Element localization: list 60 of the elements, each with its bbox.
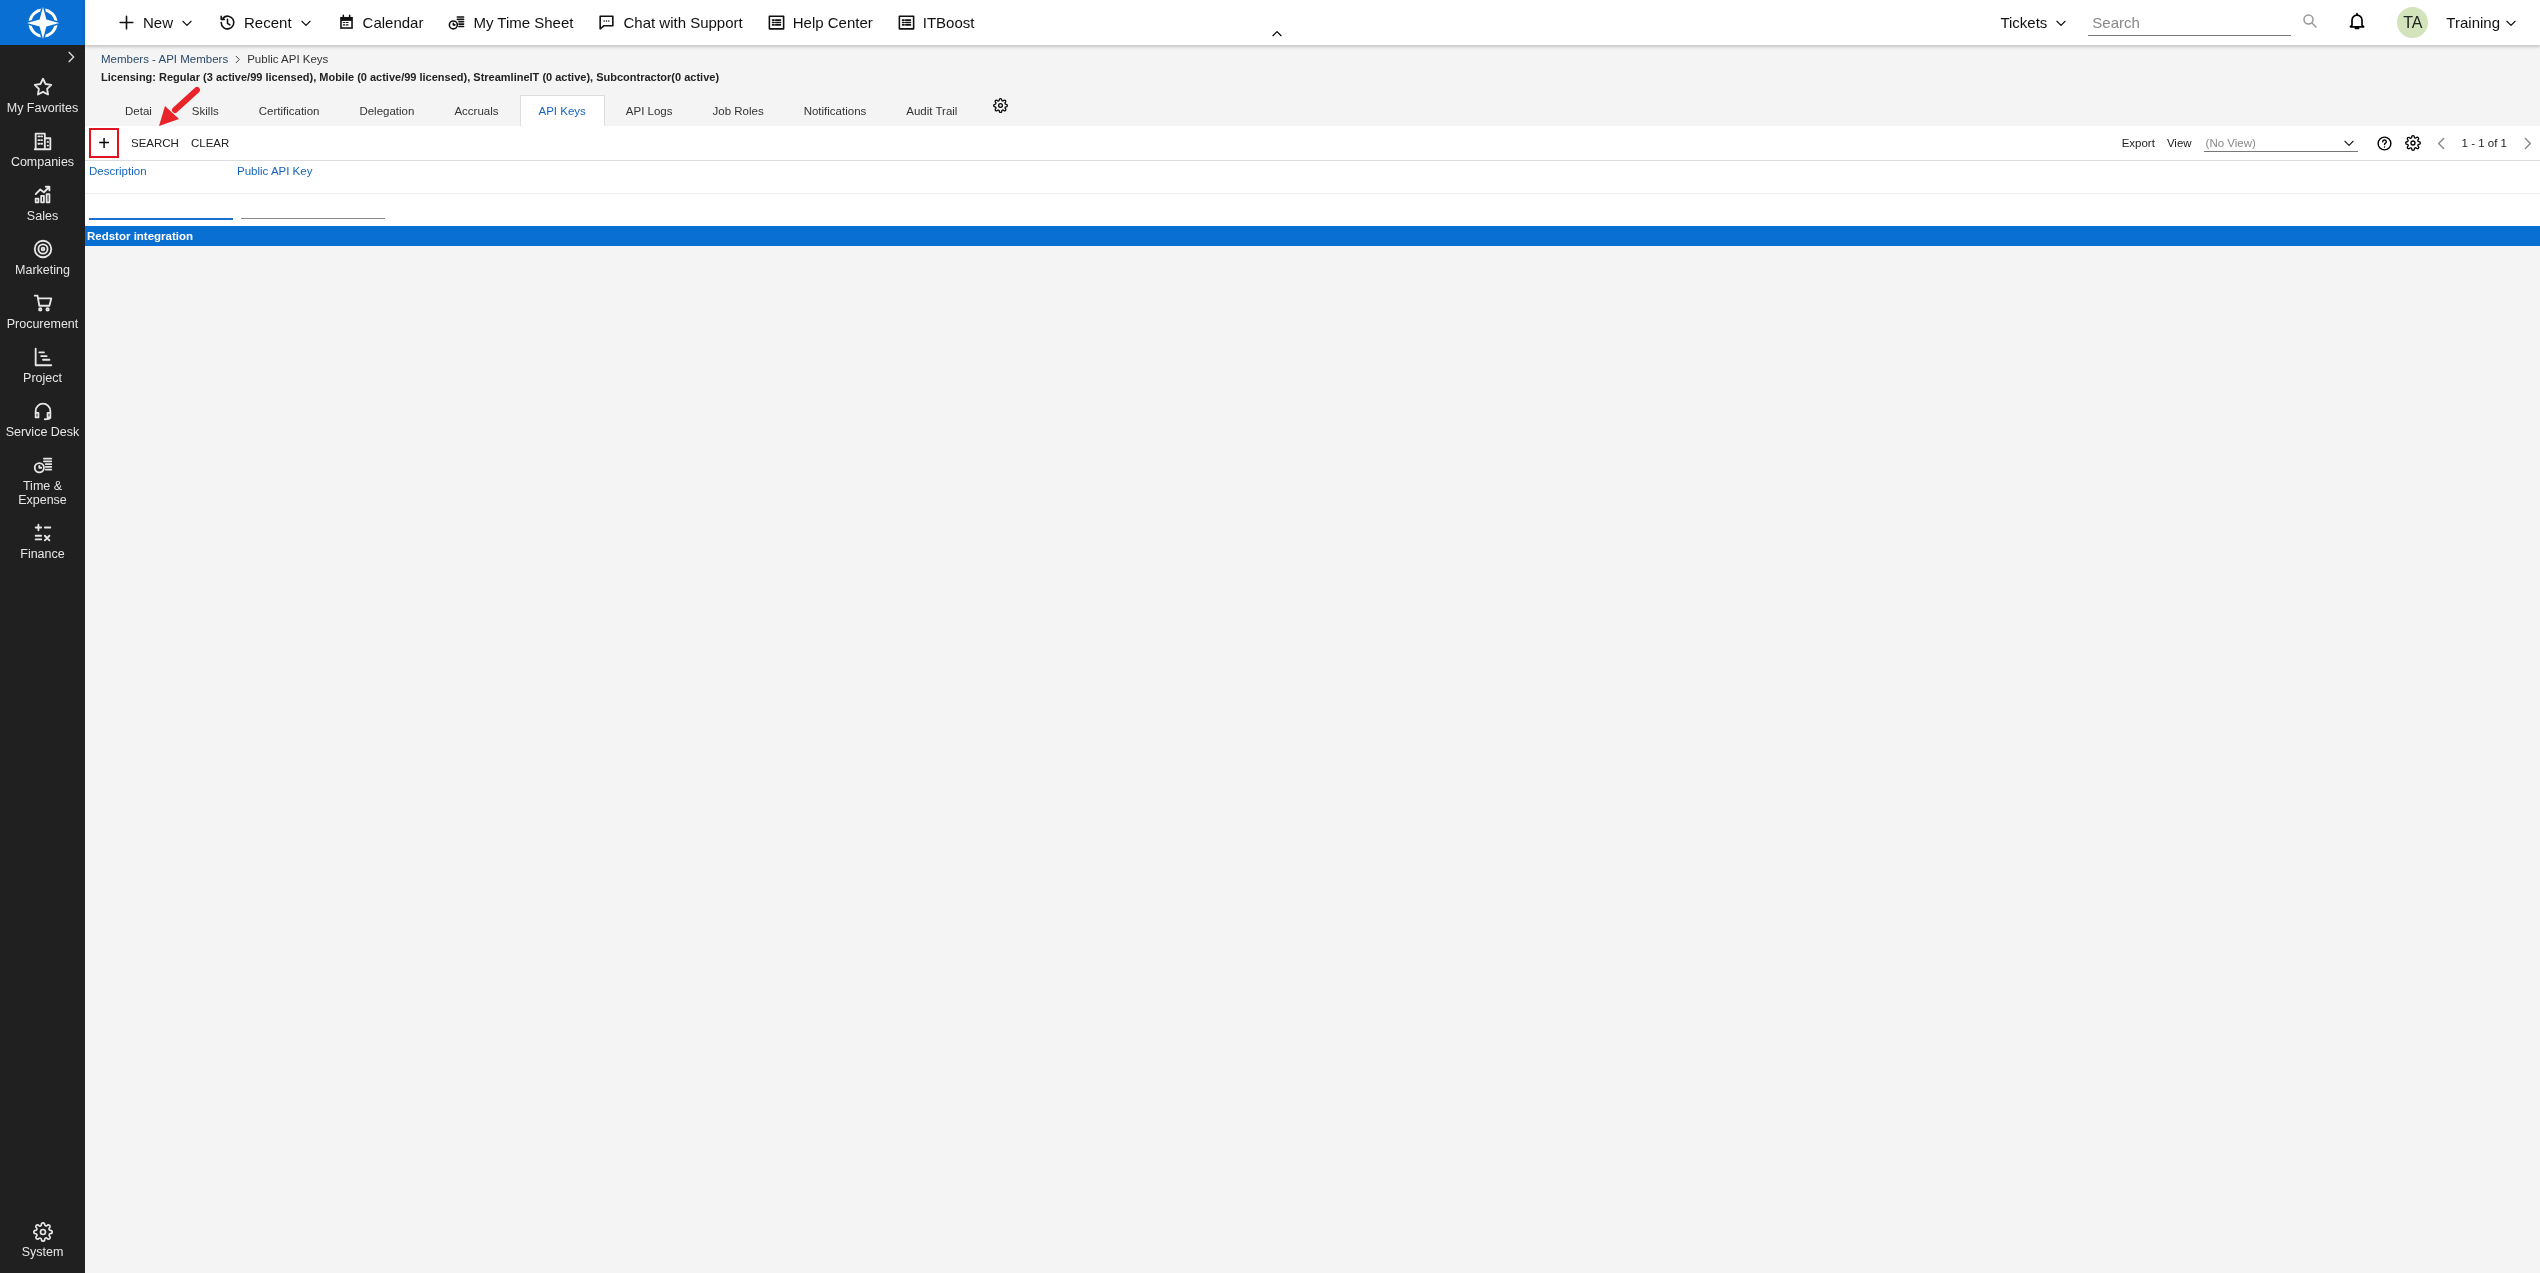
view-dropdown[interactable]: (No View) <box>2205 136 2326 149</box>
sidebar-item[interactable]: Marketing <box>0 231 85 285</box>
table-cell: Redstor integration <box>87 230 194 242</box>
sidebar-item[interactable]: Sales <box>0 177 85 231</box>
menu-item[interactable]: Chat with Support <box>585 13 755 32</box>
sidebar-item[interactable]: System <box>0 1215 85 1267</box>
star-icon <box>31 76 54 98</box>
table-row[interactable]: Redstor integration <box>85 226 2540 246</box>
view-label: View <box>2166 137 2192 149</box>
export-button[interactable]: Export <box>2121 137 2155 149</box>
tab[interactable]: Accruals <box>451 95 502 126</box>
tab[interactable]: API Logs <box>622 95 676 126</box>
column-header[interactable]: Public API Key <box>237 165 377 193</box>
menu-item[interactable]: Help Center <box>754 13 885 32</box>
sidebar-item[interactable]: My Favorites <box>0 69 85 123</box>
licensing-info: Licensing: Regular (3 active/99 licensed), Mobile (0 active/99 licensed), StreamlineIT (0 active), Subcontractor(0 active) <box>101 71 721 83</box>
tab[interactable]: Certification <box>255 95 323 126</box>
pagination-text: 1 - 1 of 1 <box>2461 137 2507 149</box>
user-menu[interactable]: Training <box>2434 14 2530 31</box>
list-icon <box>766 13 786 32</box>
settings-icon <box>2404 135 2421 151</box>
menu-item[interactable]: New <box>105 13 206 32</box>
tickets-dropdown[interactable]: Tickets <box>1988 14 2081 31</box>
search-icon <box>2301 11 2320 30</box>
clock-list-icon <box>447 13 467 32</box>
clear-button[interactable]: CLEAR <box>190 137 230 149</box>
menu-item[interactable]: Recent <box>206 13 325 32</box>
sidebar-item[interactable]: Project <box>0 339 85 393</box>
menu-item[interactable]: ITBoost <box>884 13 987 32</box>
tab[interactable]: Notifications <box>800 95 870 126</box>
add-button[interactable]: + <box>89 128 119 158</box>
tab[interactable]: Job Roles <box>709 95 767 126</box>
list-icon <box>896 13 916 32</box>
history-icon <box>218 13 237 32</box>
tab[interactable]: Skills <box>188 95 222 126</box>
tab[interactable]: Delegation <box>356 95 418 126</box>
sidebar-item[interactable]: Finance <box>0 515 85 569</box>
search-button[interactable]: SEARCH <box>131 137 179 149</box>
breadcrumb-link[interactable]: Members - API Members <box>101 53 229 65</box>
breadcrumb-current: Public API Keys <box>247 53 329 65</box>
column-header[interactable]: Description <box>89 165 229 193</box>
user-avatar[interactable]: TA <box>2397 7 2429 38</box>
plus-icon <box>117 13 136 32</box>
sidebar-item[interactable]: Service Desk <box>0 393 85 447</box>
help-icon <box>2375 134 2393 152</box>
settings-icon <box>32 1222 53 1242</box>
tab[interactable]: Audit Trail <box>903 95 961 126</box>
sidebar-item[interactable]: Time & Expense <box>0 447 85 515</box>
tab[interactable]: API Keys <box>519 95 605 126</box>
chat-icon <box>597 13 617 32</box>
settings-icon <box>993 98 1009 113</box>
tab[interactable]: Detai <box>122 95 155 126</box>
menu-item[interactable]: Calendar <box>324 13 436 32</box>
menu-item[interactable]: My Time Sheet <box>435 13 586 32</box>
logo[interactable] <box>0 0 85 45</box>
building-icon <box>31 130 54 152</box>
target-icon <box>31 238 54 260</box>
sidebar-item[interactable]: Companies <box>0 123 85 177</box>
cart-icon <box>31 292 54 314</box>
sidebar-item[interactable]: Procurement <box>0 285 85 339</box>
